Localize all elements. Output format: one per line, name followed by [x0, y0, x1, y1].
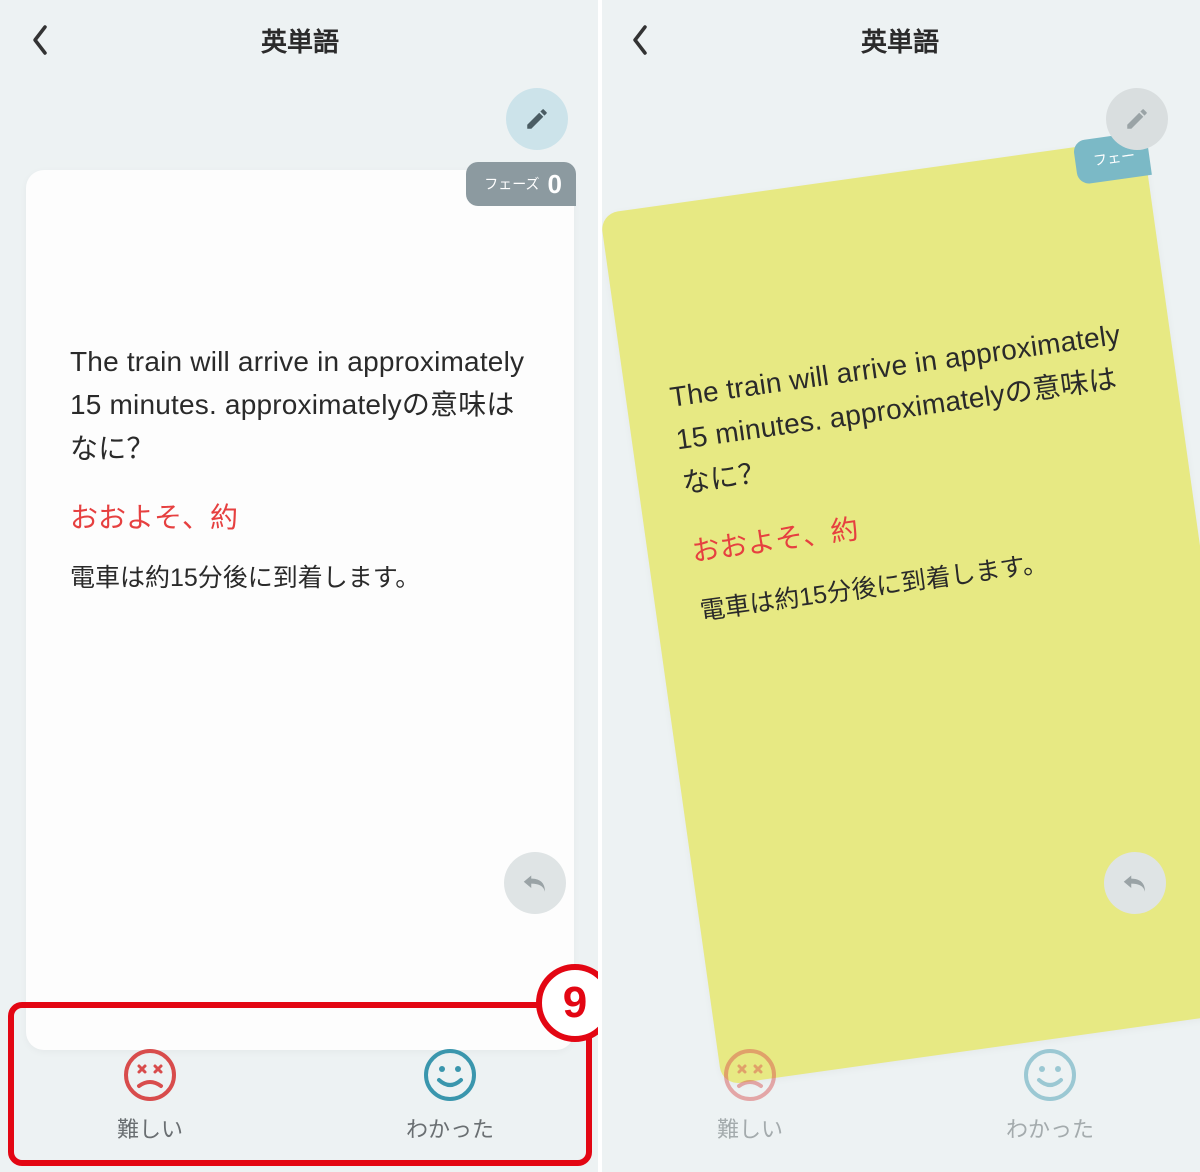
- phase-value: 0: [548, 169, 562, 200]
- undo-button[interactable]: [504, 852, 566, 914]
- chevron-left-icon: [630, 24, 650, 56]
- gotit-label: わかった: [406, 1112, 494, 1144]
- hard-button[interactable]: 難しい: [600, 1020, 900, 1172]
- gotit-label: わかった: [1006, 1112, 1094, 1144]
- edit-button[interactable]: [1106, 88, 1168, 150]
- screen-right: 英単語 フェー The train will arrive in approxi…: [600, 0, 1200, 1172]
- sad-face-icon: [723, 1048, 777, 1102]
- edit-button[interactable]: [506, 88, 568, 150]
- happy-face-icon: [423, 1048, 477, 1102]
- pencil-icon: [524, 106, 550, 132]
- bottom-action-bar: 難しい わかった: [0, 1020, 600, 1172]
- card-question: The train will arrive in approximately 1…: [70, 340, 530, 470]
- flashcard[interactable]: フェーズ 0 The train will arrive in approxim…: [26, 170, 574, 1050]
- hard-label: 難しい: [717, 1112, 783, 1144]
- hard-button[interactable]: 難しい: [0, 1020, 300, 1172]
- undo-icon: [1120, 869, 1150, 897]
- chevron-left-icon: [30, 24, 50, 56]
- page-title: 英単語: [861, 22, 939, 59]
- header: 英単語: [0, 0, 600, 80]
- hard-label: 難しい: [117, 1112, 183, 1144]
- gotit-button[interactable]: わかった: [900, 1020, 1200, 1172]
- phase-label: フェーズ: [484, 174, 539, 194]
- happy-face-icon: [1023, 1048, 1077, 1102]
- flashcard-swiping[interactable]: フェー The train will arrive in approximate…: [600, 138, 1200, 1086]
- gotit-button[interactable]: わかった: [300, 1020, 600, 1172]
- undo-button[interactable]: [1104, 852, 1166, 914]
- card-question: The train will arrive in approximately 1…: [667, 312, 1141, 505]
- undo-icon: [520, 869, 550, 897]
- back-button[interactable]: [22, 22, 58, 58]
- sad-face-icon: [123, 1048, 177, 1102]
- back-button[interactable]: [622, 22, 658, 58]
- card-answer: おおよそ、約: [70, 496, 530, 536]
- pencil-icon: [1124, 106, 1150, 132]
- header: 英単語: [600, 0, 1200, 80]
- page-title: 英単語: [261, 22, 339, 59]
- bottom-action-bar: 難しい わかった: [600, 1020, 1200, 1172]
- screen-left: 英単語 フェーズ 0 The train will arrive in appr…: [0, 0, 600, 1172]
- phase-badge: フェーズ 0: [466, 162, 576, 206]
- screen-divider: [598, 0, 602, 1172]
- card-translation: 電車は約15分後に到着します。: [70, 558, 530, 594]
